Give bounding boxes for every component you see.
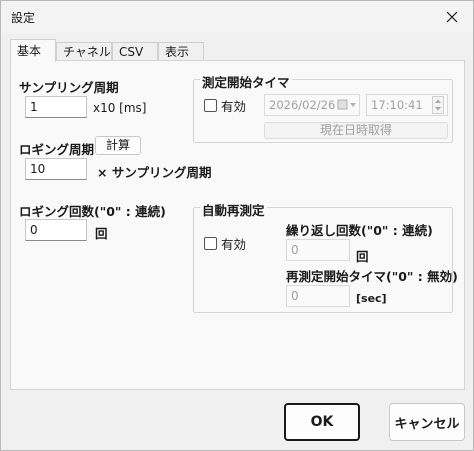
restart-timer-unit: [sec]: [356, 292, 387, 305]
auto-remeasure-enable-label: 有効: [221, 237, 247, 252]
start-time-value: 17:10:41: [371, 98, 423, 112]
sampling-period-unit: x10 [ms]: [93, 101, 147, 115]
start-timer-group: 測定開始タイマ 有効 2026/02/26 17:10:41 現在日時取得: [193, 72, 453, 143]
close-icon: [446, 11, 458, 23]
logging-period-unit: × サンプリング周期: [97, 165, 212, 180]
tab-basic[interactable]: 基本: [10, 39, 56, 62]
auto-remeasure-group: 自動再測定 有効 繰り返し回数("0" : 連続) 0 回 再測定開始タイマ("…: [193, 200, 458, 313]
auto-remeasure-enable-checkbox[interactable]: 有効: [204, 234, 246, 253]
checkbox-box: [204, 237, 217, 250]
repeat-count-unit: 回: [356, 249, 369, 264]
sampling-period-input[interactable]: 1: [25, 96, 87, 118]
start-date-picker[interactable]: 2026/02/26: [264, 94, 360, 116]
repeat-count-label: 繰り返し回数("0" : 連続): [286, 223, 433, 238]
repeat-count-input[interactable]: 0: [286, 239, 350, 261]
tab-csv[interactable]: CSV: [112, 42, 158, 61]
logging-period-label: ロギング周期: [19, 142, 95, 157]
close-button[interactable]: [431, 1, 473, 33]
get-current-datetime-button[interactable]: 現在日時取得: [264, 122, 448, 139]
title-bar: 設定: [1, 1, 473, 33]
spinner-icon: [432, 96, 444, 114]
logging-count-input[interactable]: 0: [25, 219, 87, 241]
settings-dialog: 設定 基本 チャネル CSV 表示 サンプリング周期 1 x10 [ms] ロギ…: [0, 0, 474, 451]
window-title: 設定: [11, 11, 36, 25]
start-timer-enable-checkbox[interactable]: 有効: [204, 96, 246, 115]
start-timer-enable-label: 有効: [221, 99, 247, 114]
restart-timer-label: 再測定開始タイマ("0" : 無効): [286, 269, 458, 284]
start-date-value: 2026/02/26: [269, 98, 336, 112]
cancel-button[interactable]: キャンセル: [389, 403, 465, 441]
start-timer-title: 測定開始タイマ: [200, 72, 292, 91]
restart-timer-input[interactable]: 0: [286, 285, 350, 307]
basic-tab-panel: サンプリング周期 1 x10 [ms] ロギング周期 計算 10 × サンプリン…: [10, 60, 465, 390]
auto-remeasure-title: 自動再測定: [200, 200, 267, 219]
sampling-period-label: サンプリング周期: [19, 80, 119, 95]
ok-button[interactable]: OK: [284, 403, 360, 441]
calc-button[interactable]: 計算: [95, 136, 141, 155]
checkbox-box: [204, 99, 217, 112]
logging-count-unit: 回: [95, 226, 108, 241]
logging-count-label: ロギング回数("0" : 連続): [19, 204, 166, 219]
logging-period-input[interactable]: 10: [25, 158, 87, 180]
tab-channel[interactable]: チャネル: [56, 42, 112, 61]
start-time-picker[interactable]: 17:10:41: [366, 94, 448, 116]
calendar-icon: [337, 99, 356, 110]
tab-display[interactable]: 表示: [158, 42, 204, 61]
